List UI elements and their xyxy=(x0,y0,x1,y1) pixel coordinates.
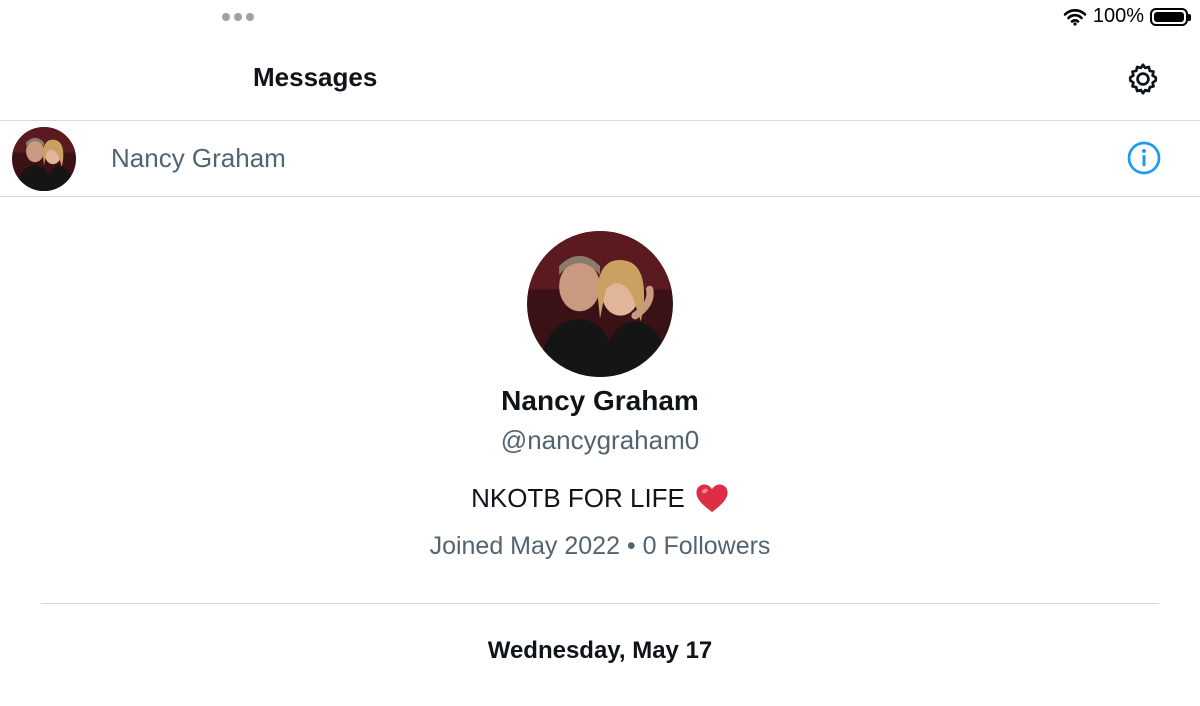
profile-avatar[interactable] xyxy=(527,231,673,377)
profile-bio-text: NKOTB FOR LIFE xyxy=(471,482,685,513)
page-title: Messages xyxy=(253,62,378,92)
profile-joined-followers: Joined May 2022 • 0 Followers xyxy=(429,532,771,560)
profile-bio: NKOTB FOR LIFE xyxy=(0,482,1200,514)
conversation-avatar[interactable] xyxy=(12,127,76,191)
conversation-info-button[interactable] xyxy=(1124,138,1164,178)
profile-name[interactable]: Nancy Graham xyxy=(0,385,1200,417)
info-icon xyxy=(1127,141,1161,175)
status-bar: 100% xyxy=(0,0,1200,36)
date-separator: Wednesday, May 17 xyxy=(487,637,713,664)
profile-handle[interactable]: @nancygraham0 xyxy=(0,425,1200,456)
conversation-header: Nancy Graham xyxy=(0,121,1200,197)
gear-icon xyxy=(1128,63,1158,95)
wifi-icon xyxy=(1063,8,1087,26)
settings-button[interactable] xyxy=(1124,60,1162,98)
battery-icon xyxy=(1150,7,1191,26)
divider xyxy=(41,603,1159,604)
profile-summary: Nancy Graham @nancygraham0 NKOTB FOR LIF… xyxy=(0,231,1200,561)
heart-emoji-icon xyxy=(696,484,728,513)
messages-header: Messages xyxy=(0,40,1200,121)
status-indicators: 100% xyxy=(1063,5,1191,28)
battery-percent: 100% xyxy=(1092,5,1144,27)
multitasking-dots-icon[interactable] xyxy=(222,13,254,21)
conversation-name[interactable]: Nancy Graham xyxy=(111,143,286,174)
